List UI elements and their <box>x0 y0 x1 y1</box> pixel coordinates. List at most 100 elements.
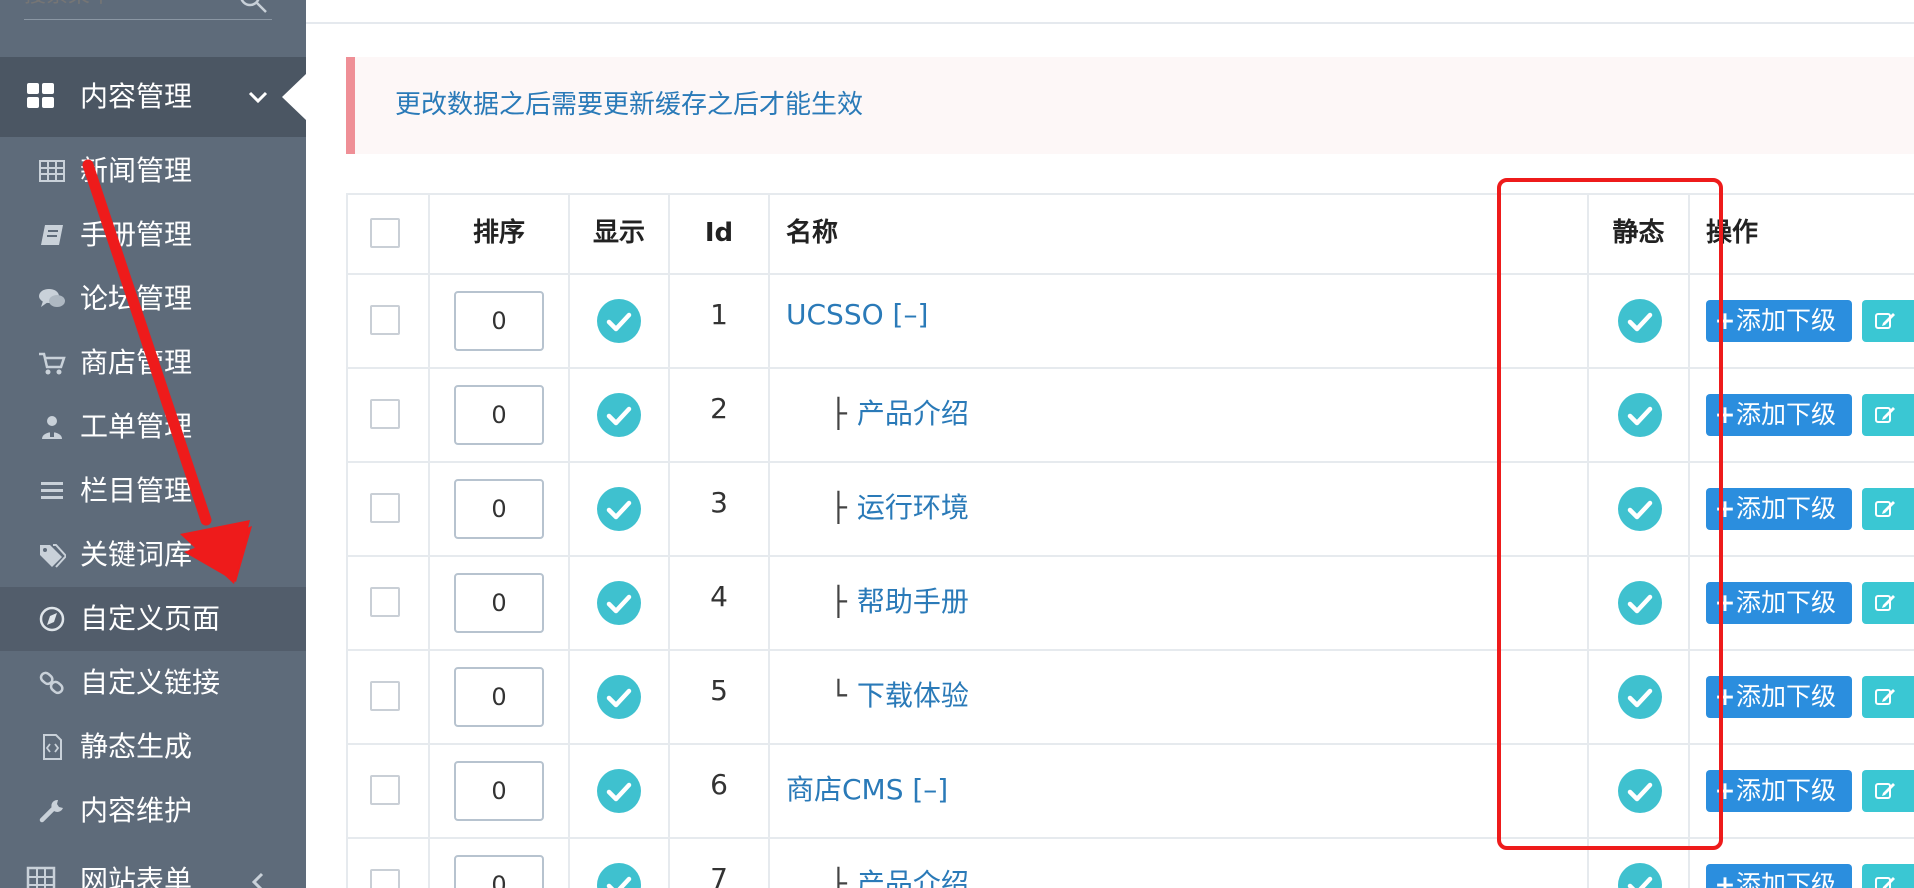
row-checkbox[interactable] <box>370 869 400 888</box>
edit-button[interactable] <box>1862 582 1914 624</box>
tree-prefix: └ <box>830 679 847 712</box>
row-name[interactable]: 运行环境 <box>857 491 969 524</box>
check-circle-icon[interactable] <box>596 392 642 438</box>
check-circle-icon[interactable] <box>596 486 642 532</box>
select-all-checkbox[interactable] <box>370 218 400 248</box>
column-header-order[interactable]: 排序 <box>430 193 568 273</box>
edit-button[interactable] <box>1862 394 1914 436</box>
wrench-icon <box>39 799 63 823</box>
sidebar-item-news[interactable]: 新闻管理 <box>0 139 306 203</box>
add-child-label: 添加下级 <box>1736 306 1837 335</box>
th-icon <box>26 866 56 888</box>
column-header-name[interactable]: 名称 <box>786 193 838 273</box>
row-id: 4 <box>710 580 728 613</box>
search-icon[interactable] <box>238 0 268 14</box>
edit-button[interactable] <box>1862 300 1914 342</box>
row-name-link[interactable]: ├ 帮助手册 <box>830 580 969 620</box>
add-child-button[interactable]: +添加下级 <box>1706 300 1852 342</box>
table-grid-line <box>768 193 770 888</box>
sidebar-item-label: 关键词库 <box>80 538 193 571</box>
add-child-button[interactable]: +添加下级 <box>1706 676 1852 718</box>
check-circle-icon[interactable] <box>596 674 642 720</box>
alert-text: 更改数据之后需要更新缓存之后才能生效 <box>395 90 864 120</box>
row-checkbox[interactable] <box>370 775 400 805</box>
add-child-label: 添加下级 <box>1736 588 1837 617</box>
row-checkbox[interactable] <box>370 587 400 617</box>
row-checkbox[interactable] <box>370 493 400 523</box>
sidebar-group-label: 内容管理 <box>80 80 193 113</box>
order-input[interactable] <box>454 479 544 539</box>
order-input[interactable] <box>454 667 544 727</box>
sidebar-item-shop[interactable]: 商店管理 <box>0 331 306 395</box>
sidebar-item-static-gen[interactable]: 静态生成 <box>0 715 306 779</box>
edit-button[interactable] <box>1862 676 1914 718</box>
row-name-link[interactable]: 商店CMS [–] <box>786 768 948 808</box>
column-header-id[interactable]: Id <box>670 193 768 273</box>
add-child-button[interactable]: +添加下级 <box>1706 488 1852 530</box>
header-divider <box>306 22 1914 24</box>
menu-search-input[interactable] <box>24 0 224 20</box>
sidebar-item-columns[interactable]: 栏目管理 <box>0 459 306 523</box>
row-id: 1 <box>710 298 728 331</box>
order-input[interactable] <box>454 761 544 821</box>
cache-alert: 更改数据之后需要更新缓存之后才能生效 <box>346 57 1914 154</box>
row-checkbox[interactable] <box>370 399 400 429</box>
edit-button[interactable] <box>1862 488 1914 530</box>
sidebar-item-maintenance[interactable]: 内容维护 <box>0 779 306 843</box>
column-header-show[interactable]: 显示 <box>570 193 668 273</box>
sidebar-item-custom-page[interactable]: 自定义页面 <box>0 587 306 651</box>
sidebar-item-keywords[interactable]: 关键词库 <box>0 523 306 587</box>
row-name[interactable]: 产品介绍 <box>857 867 969 888</box>
compass-icon <box>39 606 65 632</box>
th-large-icon <box>27 83 54 108</box>
tree-prefix: ├ <box>830 585 847 618</box>
sidebar-item-label: 新闻管理 <box>80 154 193 187</box>
add-child-button[interactable]: +添加下级 <box>1706 864 1852 888</box>
check-circle-icon[interactable] <box>596 862 642 888</box>
edit-icon <box>1875 313 1895 329</box>
sidebar-group-content-management[interactable]: 内容管理 <box>0 57 306 137</box>
sidebar-item-ticket[interactable]: 工单管理 <box>0 395 306 459</box>
cart-icon <box>39 352 66 375</box>
sidebar-group-label: 网站表单 <box>80 864 193 888</box>
row-name[interactable]: 帮助手册 <box>857 585 969 618</box>
edit-button[interactable] <box>1862 770 1914 812</box>
bars-icon <box>41 482 63 499</box>
add-child-button[interactable]: +添加下级 <box>1706 770 1852 812</box>
table-grid-line <box>428 193 430 888</box>
sidebar-item-forum[interactable]: 论坛管理 <box>0 267 306 331</box>
order-input[interactable] <box>454 573 544 633</box>
edit-button[interactable] <box>1862 864 1914 888</box>
order-input[interactable] <box>454 855 544 888</box>
add-child-button[interactable]: +添加下级 <box>1706 582 1852 624</box>
check-circle-icon[interactable] <box>596 768 642 814</box>
row-name-link[interactable]: UCSSO [–] <box>786 298 928 331</box>
sidebar-group-site-forms[interactable]: 网站表单 <box>0 846 306 888</box>
order-input[interactable] <box>454 291 544 351</box>
add-child-button[interactable]: +添加下级 <box>1706 394 1852 436</box>
row-id: 5 <box>710 674 728 707</box>
active-group-indicator <box>282 74 306 120</box>
row-name-link[interactable]: ├ 产品介绍 <box>830 862 969 888</box>
row-name[interactable]: 下载体验 <box>857 679 969 712</box>
row-name[interactable]: UCSSO [–] <box>786 298 928 331</box>
sidebar-item-custom-link[interactable]: 自定义链接 <box>0 651 306 715</box>
link-icon <box>39 671 64 695</box>
row-name-link[interactable]: ├ 产品介绍 <box>830 392 969 432</box>
comments-icon <box>39 289 65 307</box>
sidebar-item-manual[interactable]: 手册管理 <box>0 203 306 267</box>
row-checkbox[interactable] <box>370 305 400 335</box>
tree-prefix: ├ <box>830 397 847 430</box>
annotation-highlight-box <box>1497 178 1723 850</box>
check-circle-icon[interactable] <box>596 298 642 344</box>
row-name-link[interactable]: ├ 运行环境 <box>830 486 969 526</box>
order-input[interactable] <box>454 385 544 445</box>
user-md-icon <box>42 416 62 439</box>
row-name[interactable]: 商店CMS [–] <box>786 773 948 806</box>
sidebar-item-label: 静态生成 <box>80 730 193 763</box>
row-name[interactable]: 产品介绍 <box>857 397 969 430</box>
check-circle-icon[interactable] <box>1617 862 1663 888</box>
row-checkbox[interactable] <box>370 681 400 711</box>
check-circle-icon[interactable] <box>596 580 642 626</box>
row-name-link[interactable]: └ 下载体验 <box>830 674 969 714</box>
